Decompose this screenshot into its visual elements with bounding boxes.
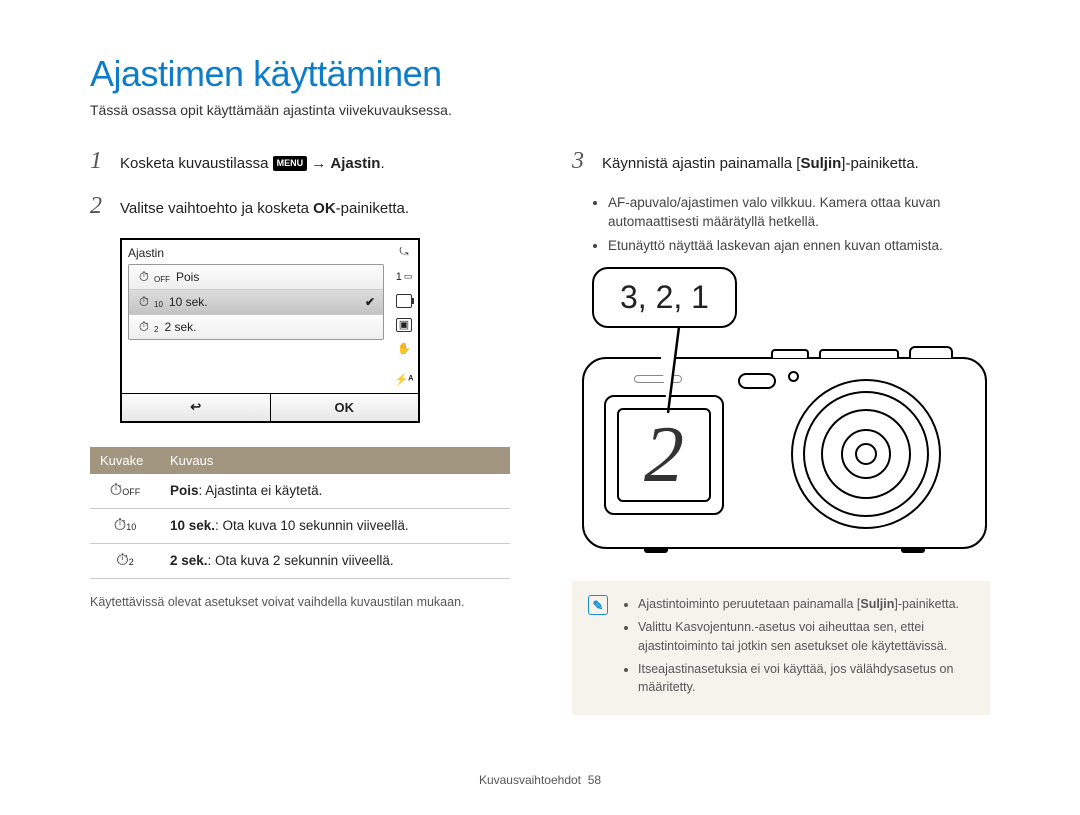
step-1-after: . [380, 155, 384, 172]
camera-foot [901, 548, 925, 553]
step-3-pre: Käynnistä ajastin painamalla [ [602, 155, 800, 172]
step-2-pre: Valitse vaihtoehto ja kosketa [120, 200, 313, 217]
step-2-after: -painiketta. [336, 200, 409, 217]
left-footnote: Käytettävissä olevat asetukset voivat va… [90, 595, 510, 609]
step-1-text: Kosketa kuvaustilassa MENU → Ajastin. [120, 153, 510, 174]
step-1-target: Ajastin [330, 155, 380, 172]
menu-icon: MENU [273, 156, 308, 171]
lens [791, 379, 941, 529]
info-icon: ✎ [588, 595, 608, 615]
footer-section: Kuvausvaihtoehdot [479, 773, 581, 787]
step-2-number: 2 [90, 193, 108, 220]
count-icon: 1▭ [396, 270, 412, 284]
table-row-icon: ⏱2 [90, 543, 160, 578]
mode-icon: ⤿ [396, 246, 412, 260]
camera-foot [644, 548, 668, 553]
af-led [788, 371, 799, 382]
table-row: ⏱OFF Pois: Ajastinta ei käytetä. [90, 474, 510, 509]
step-1: 1 Kosketa kuvaustilassa MENU → Ajastin. [90, 148, 510, 175]
right-column: 3 Käynnistä ajastin painamalla [Suljin]-… [572, 148, 990, 715]
table-row-desc: 10 sek.: Ota kuva 10 sekunnin viiveellä. [160, 508, 510, 543]
ok-icon: OK [313, 200, 336, 217]
checkmark-icon: ✔ [365, 295, 375, 309]
camera-screen: Ajastin ⏱OFF Pois ⏱10 10 sek. ✔ ⏱2 [120, 238, 420, 423]
count-value: 1 [396, 271, 402, 283]
timer-icon: ⏱ [137, 294, 151, 310]
timer-option-off-sub: OFF [154, 275, 170, 284]
step-3-after: ]-painiketta. [841, 155, 919, 172]
note-item: Ajastintoiminto peruutetaan painamalla [… [638, 595, 974, 614]
ok-button[interactable]: OK [271, 394, 419, 421]
timer-option-2s-label: 2 sek. [164, 320, 196, 334]
left-column: 1 Kosketa kuvaustilassa MENU → Ajastin. … [90, 148, 510, 715]
step-3-text: Käynnistä ajastin painamalla [Suljin]-pa… [602, 153, 990, 174]
table-row-desc: 2 sek.: Ota kuva 2 sekunnin viiveellä. [160, 543, 510, 578]
page-title: Ajastimen käyttäminen [90, 54, 990, 94]
bullet-item: AF-apuvalo/ajastimen valo vilkkuu. Kamer… [608, 193, 990, 232]
step-3-number: 3 [572, 148, 590, 175]
timer-icon: ⏱ [137, 269, 151, 285]
flash-auto-icon: ⚡ᴬ [396, 373, 412, 387]
step-2: 2 Valitse vaihtoehto ja kosketa OK-paini… [90, 193, 510, 220]
table-row: ⏱10 10 sek.: Ota kuva 10 sekunnin viivee… [90, 508, 510, 543]
hand-icon: ✋ [396, 342, 412, 356]
note-list: Ajastintoiminto peruutetaan painamalla [… [622, 595, 974, 701]
table-row-desc: Pois: Ajastinta ei käytetä. [160, 474, 510, 509]
back-button[interactable]: ↩ [122, 394, 271, 421]
table-row-icon: ⏱10 [90, 508, 160, 543]
timer-icon: ⏱ [137, 319, 151, 335]
timer-option-list: ⏱OFF Pois ⏱10 10 sek. ✔ ⏱2 2 sek. [128, 264, 384, 340]
step-3-bold: Suljin [800, 155, 841, 172]
timer-option-10s-label: 10 sek. [169, 295, 208, 309]
timer-option-10s-sub: 10 [154, 300, 163, 309]
camera-top [771, 349, 961, 359]
step-3: 3 Käynnistä ajastin painamalla [Suljin]-… [572, 148, 990, 175]
screen-title: Ajastin [128, 246, 384, 264]
countdown-bubble: 3, 2, 1 [592, 267, 737, 328]
timer-option-2s[interactable]: ⏱2 2 sek. [129, 315, 383, 339]
camera-illustration: 3, 2, 1 2 [582, 267, 990, 557]
step-2-text: Valitse vaihtoehto ja kosketa OK-painike… [120, 198, 510, 219]
note-item: Valittu Kasvojentunn.-asetus voi aiheutt… [638, 618, 974, 656]
timer-option-10s[interactable]: ⏱10 10 sek. ✔ [129, 290, 383, 315]
table-row-icon: ⏱OFF [90, 474, 160, 509]
step-1-pre: Kosketa kuvaustilassa [120, 155, 273, 172]
timer-option-off[interactable]: ⏱OFF Pois [129, 265, 383, 290]
flash-window [738, 373, 776, 389]
table-row: ⏱2 2 sek.: Ota kuva 2 sekunnin viiveellä… [90, 543, 510, 578]
step-1-number: 1 [90, 148, 108, 175]
note-item: Itseajastinasetuksia ei voi käyttää, jos… [638, 660, 974, 698]
camera-body: 2 [582, 357, 987, 549]
screen-side-icons: ⤿ 1▭ ▣ ✋ ⚡ᴬ [390, 240, 418, 393]
footer-page: 58 [588, 773, 601, 787]
step-1-arrow: → [307, 155, 330, 172]
description-table: Kuvake Kuvaus ⏱OFF Pois: Ajastinta ei kä… [90, 447, 510, 579]
timer-option-off-label: Pois [176, 270, 199, 284]
step-3-bullets: AF-apuvalo/ajastimen valo vilkkuu. Kamer… [608, 193, 990, 256]
timer-option-2s-sub: 2 [154, 325, 158, 334]
note-box: ✎ Ajastintoiminto peruutetaan painamalla… [572, 581, 990, 715]
table-head-desc: Kuvaus [160, 447, 510, 474]
bullet-item: Etunäyttö näyttää laskevan ajan ennen ku… [608, 236, 990, 256]
table-head-icon: Kuvake [90, 447, 160, 474]
battery-icon [396, 294, 412, 308]
page-subtitle: Tässä osassa opit käyttämään ajastinta v… [90, 102, 990, 118]
card-icon: ▣ [396, 318, 412, 332]
page-footer: Kuvausvaihtoehdot 58 [0, 773, 1080, 787]
